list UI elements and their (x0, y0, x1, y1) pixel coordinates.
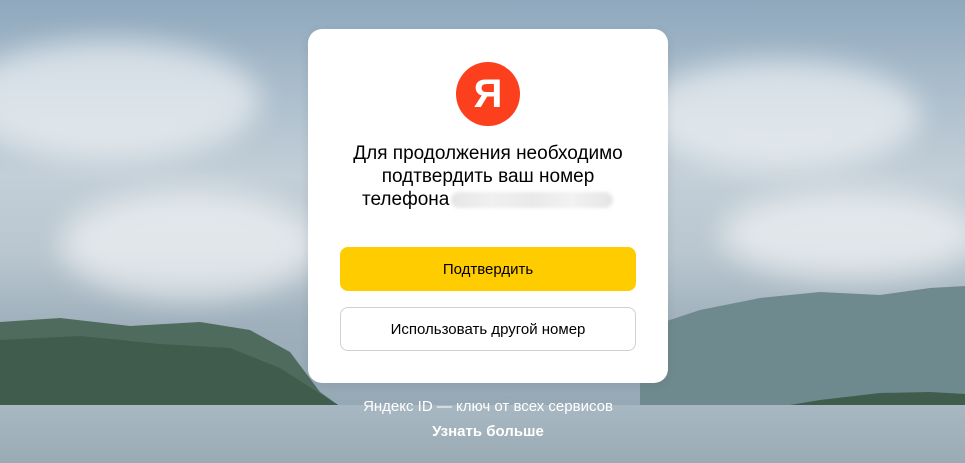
confirm-button[interactable]: Подтвердить (340, 247, 636, 291)
yandex-logo-icon: Я (456, 62, 520, 126)
phone-number-redacted (451, 191, 614, 208)
confirmation-card: Я Для продолжения необходимо подтвердить… (308, 29, 668, 383)
learn-more-link[interactable]: Узнать больше (308, 423, 668, 440)
message-line: телефона (362, 189, 450, 210)
message-line: подтвердить ваш номер (381, 166, 595, 187)
footer-tagline: Яндекс ID — ключ от всех сервисов (363, 398, 613, 415)
use-other-number-button[interactable]: Использовать другой номер (340, 307, 636, 351)
message-line: Для продолжения необходимо (353, 143, 623, 164)
confirmation-message: Для продолжения необходимо подтвердить в… (328, 142, 648, 211)
message-line-phone: телефона (328, 188, 648, 211)
